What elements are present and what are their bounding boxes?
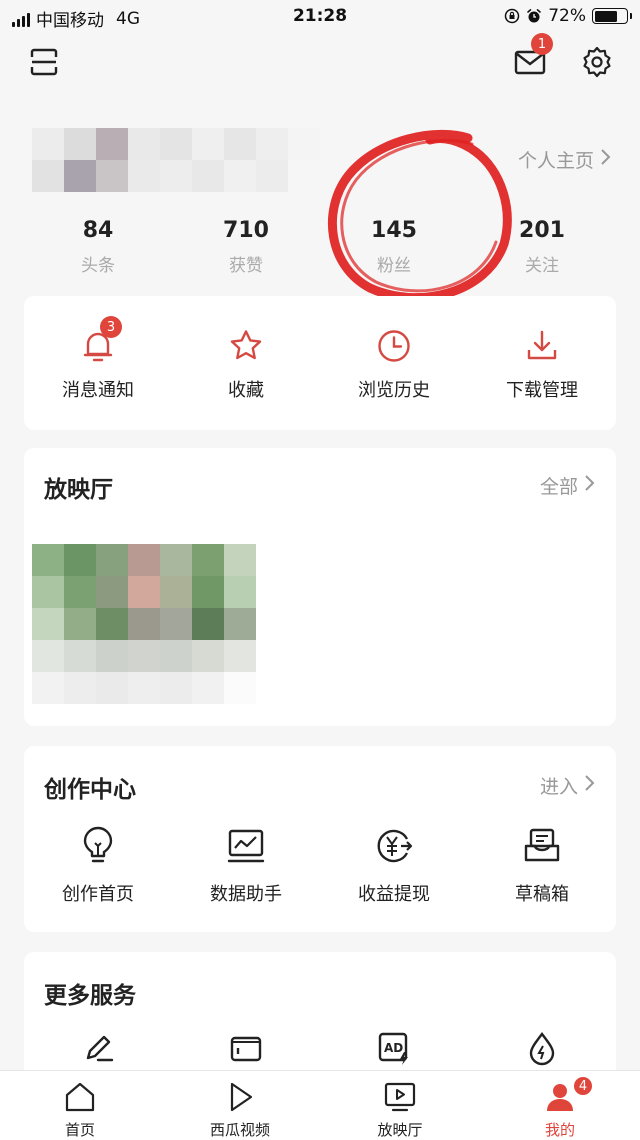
edit-pen-icon <box>80 1030 116 1070</box>
homepage-link-label: 个人主页 <box>517 150 594 172</box>
ad-flash-icon: AD <box>376 1030 412 1070</box>
stat-following[interactable]: 201 关注 <box>468 218 616 282</box>
download-icon <box>522 326 562 366</box>
tab-label: 放映厅 <box>377 1121 423 1139</box>
tab-home[interactable]: 首页 <box>0 1071 160 1140</box>
lightbulb-icon <box>80 826 116 870</box>
stat-value: 201 <box>519 218 565 243</box>
status-right: 72% <box>504 6 632 26</box>
stat-headlines[interactable]: 84 头条 <box>24 218 172 282</box>
creation-item-home[interactable]: 创作首页 <box>24 826 172 906</box>
more-item-drop[interactable] <box>468 1030 616 1070</box>
creation-item-label: 创作首页 <box>62 884 134 905</box>
screen-play-icon <box>383 1081 417 1117</box>
creation-items-row: 创作首页 数据助手 收益提现 草稿箱 <box>24 826 616 906</box>
tab-mine[interactable]: 4 我的 <box>480 1071 640 1140</box>
more-services-title: 更多服务 <box>44 983 136 1009</box>
stat-label: 关注 <box>525 256 559 276</box>
quick-item-history[interactable]: 浏览历史 <box>320 296 468 432</box>
quick-actions-card: 3 消息通知 收藏 浏览历史 下载管理 <box>24 296 616 430</box>
quick-item-favorites[interactable]: 收藏 <box>172 296 320 432</box>
wallet-icon <box>228 1030 264 1070</box>
status-bar: 中国移动 4G 21:28 72% <box>0 0 640 34</box>
stat-value: 710 <box>223 218 269 243</box>
battery-level <box>594 10 617 22</box>
cinema-link-label: 全部 <box>539 476 578 498</box>
quick-item-label: 下载管理 <box>506 380 578 401</box>
cinema-all-link[interactable]: 全部 <box>540 472 596 499</box>
more-item-edit[interactable] <box>24 1030 172 1070</box>
tab-label: 西瓜视频 <box>209 1121 270 1139</box>
yuan-withdraw-icon <box>374 826 414 870</box>
tab-badge: 4 <box>572 1075 594 1097</box>
tab-cinema[interactable]: 放映厅 <box>320 1071 480 1140</box>
play-icon <box>223 1081 257 1117</box>
stats-row: 84 头条 710 获赞 145 粉丝 201 关注 <box>24 218 616 282</box>
creation-title: 创作中心 <box>44 777 136 803</box>
creation-item-data[interactable]: 数据助手 <box>172 826 320 906</box>
creation-link-label: 进入 <box>539 776 578 798</box>
clock-icon <box>374 326 414 366</box>
battery-icon <box>592 8 632 24</box>
quick-item-label: 消息通知 <box>62 380 134 401</box>
tab-label: 首页 <box>64 1121 95 1139</box>
creation-item-drafts[interactable]: 草稿箱 <box>468 826 616 906</box>
mail-badge: 1 <box>531 33 553 55</box>
stat-followers[interactable]: 145 粉丝 <box>320 218 468 282</box>
chevron-right-icon <box>584 774 596 797</box>
alarm-icon <box>527 9 542 23</box>
stat-label: 头条 <box>81 256 115 276</box>
stat-label: 粉丝 <box>377 256 411 276</box>
chart-monitor-icon <box>226 826 266 870</box>
tab-xigua-video[interactable]: 西瓜视频 <box>160 1071 320 1140</box>
stat-label: 获赞 <box>229 256 263 276</box>
creation-enter-link[interactable]: 进入 <box>540 772 596 799</box>
star-icon <box>226 326 266 366</box>
scan-icon[interactable] <box>24 42 64 82</box>
quick-item-label: 浏览历史 <box>358 380 430 401</box>
home-icon <box>63 1081 97 1117</box>
cinema-title: 放映厅 <box>44 477 113 503</box>
more-item-ads[interactable]: AD <box>320 1030 468 1070</box>
notification-badge: 3 <box>100 316 122 338</box>
stat-likes[interactable]: 710 获赞 <box>172 218 320 282</box>
profile-name-blurred[interactable] <box>32 128 322 192</box>
draft-box-icon <box>522 826 562 870</box>
svg-text:AD: AD <box>384 1041 403 1055</box>
more-services-row: AD <box>24 1030 616 1070</box>
quick-item-notifications[interactable]: 3 消息通知 <box>24 296 172 432</box>
bottom-tab-bar: 首页 西瓜视频 放映厅 4 我的 <box>0 1070 640 1140</box>
rotation-lock-icon <box>504 8 520 24</box>
quick-item-downloads[interactable]: 下载管理 <box>468 296 616 432</box>
creation-item-label: 收益提现 <box>358 884 430 905</box>
quick-item-label: 收藏 <box>228 380 264 401</box>
tab-label: 我的 <box>544 1121 575 1139</box>
drop-icon <box>524 1030 560 1070</box>
creation-item-label: 数据助手 <box>210 884 282 905</box>
battery-percent: 72% <box>548 6 586 26</box>
chevron-right-icon <box>584 474 596 497</box>
creation-item-label: 草稿箱 <box>515 884 569 905</box>
creation-item-earnings[interactable]: 收益提现 <box>320 826 468 906</box>
chevron-right-icon <box>600 148 612 171</box>
more-item-wallet[interactable] <box>172 1030 320 1070</box>
settings-gear-icon[interactable] <box>577 42 617 82</box>
personal-homepage-link[interactable]: 个人主页 <box>518 146 612 173</box>
cinema-thumbnail-blurred[interactable] <box>32 544 256 704</box>
stat-value: 84 <box>82 218 114 243</box>
stat-value: 145 <box>371 218 417 243</box>
